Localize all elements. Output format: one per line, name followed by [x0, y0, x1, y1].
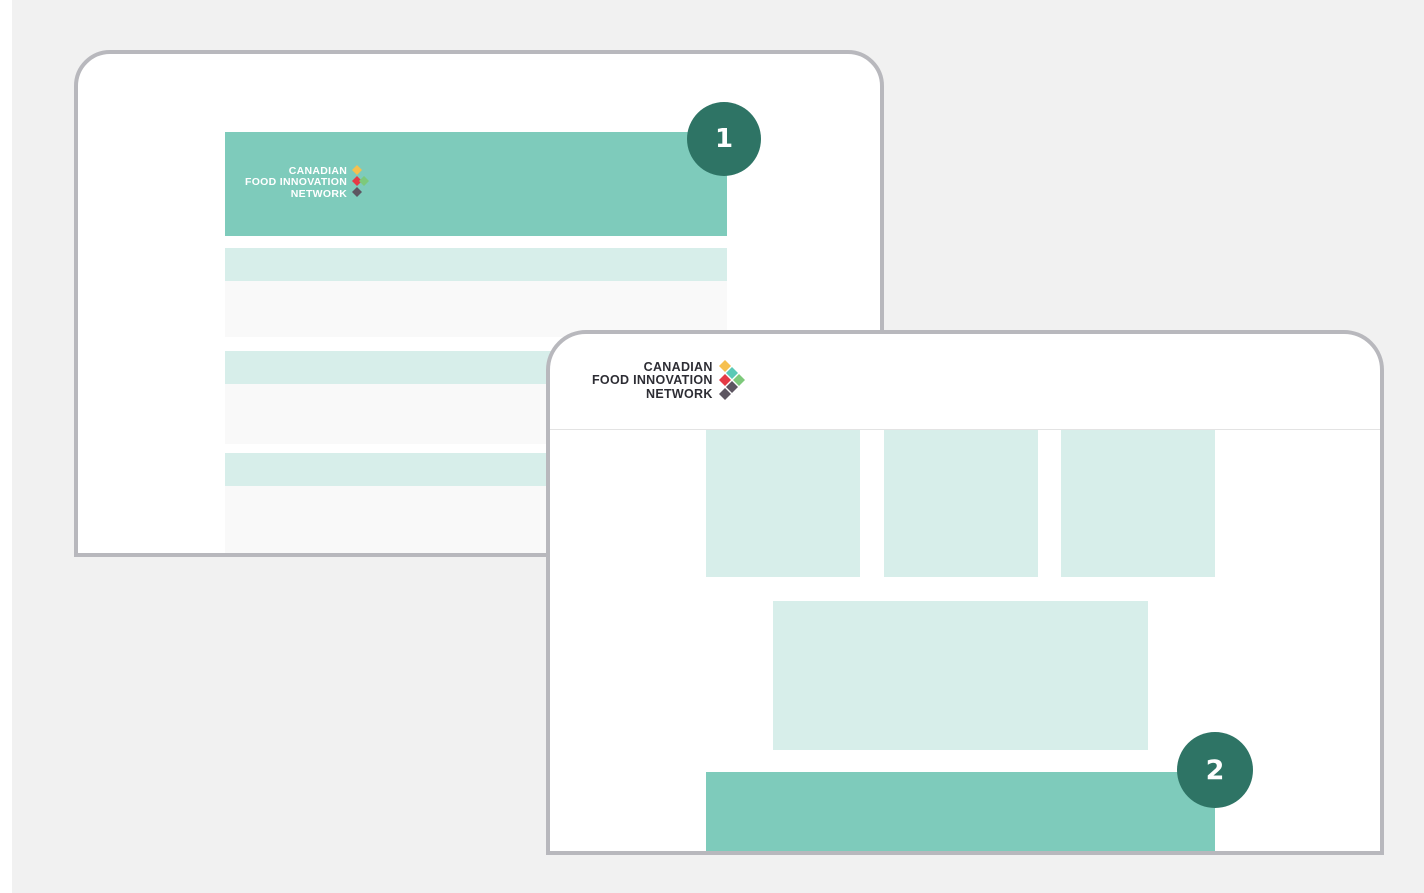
logo-line-3: NETWORK: [290, 187, 348, 200]
logo: CANADIAN FOOD INNOVATION NETWORK: [245, 163, 376, 203]
logo-line-2: FOOD INNOVATION: [245, 176, 348, 189]
layout-2-card-2: [884, 430, 1038, 577]
layout-1-header-banner: CANADIAN FOOD INNOVATION NETWORK: [225, 132, 727, 236]
layout-1-section-body-1: [225, 281, 727, 337]
layout-2-card-3: [1061, 430, 1215, 577]
layout-2-feature-block: [773, 601, 1148, 750]
layout-2-number-badge: 2: [1177, 732, 1253, 808]
layout-1-section-header-1: [225, 248, 727, 281]
logo-mark-icon: [718, 360, 745, 400]
layout-1-number-badge: 1: [687, 102, 761, 176]
logo-mark-icon: [352, 165, 370, 197]
logo-line-2: FOOD INNOVATION: [592, 373, 713, 388]
logo: CANADIAN FOOD INNOVATION NETWORK: [592, 358, 749, 404]
logo-line-3: NETWORK: [646, 386, 713, 401]
layout-2-card-1: [706, 430, 860, 577]
logo-text: CANADIAN FOOD INNOVATION NETWORK: [592, 361, 713, 401]
layout-2-footer-banner: [706, 772, 1215, 851]
layout-2-frame: CANADIAN FOOD INNOVATION NETWORK: [546, 330, 1384, 855]
logo-text: CANADIAN FOOD INNOVATION NETWORK: [245, 166, 347, 199]
